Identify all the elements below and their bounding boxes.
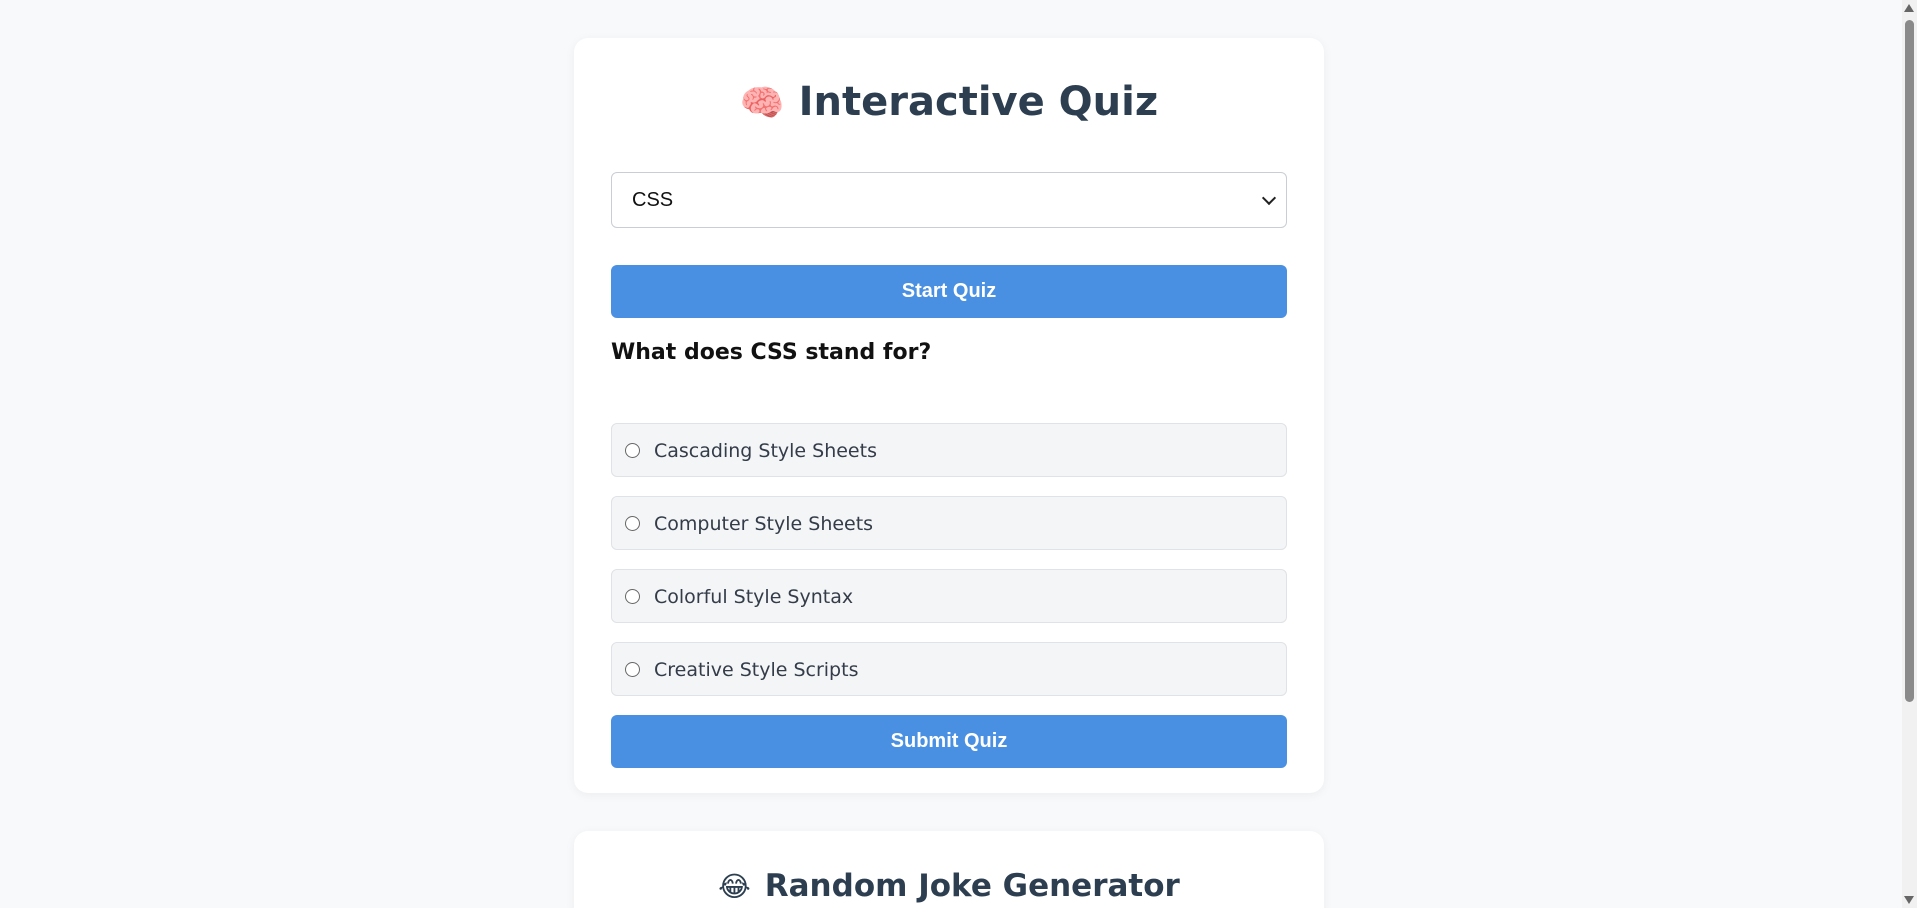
radio-button[interactable] (625, 662, 640, 677)
answer-option[interactable]: Colorful Style Syntax (611, 569, 1287, 623)
submit-quiz-button[interactable]: Submit Quiz (611, 715, 1287, 768)
joke-title: 😂 Random Joke Generator (574, 869, 1324, 903)
laughing-face-icon: 😂 (718, 870, 751, 903)
start-quiz-button[interactable]: Start Quiz (611, 265, 1287, 318)
answer-option-label: Creative Style Scripts (654, 659, 859, 681)
radio-button[interactable] (625, 589, 640, 604)
scroll-up-arrow-icon[interactable] (1904, 4, 1914, 12)
brain-icon: 🧠 (739, 83, 785, 124)
answer-option[interactable]: Computer Style Sheets (611, 496, 1287, 550)
scrollbar-thumb[interactable] (1905, 20, 1914, 702)
answer-option-label: Colorful Style Syntax (654, 586, 854, 608)
category-select-value: CSS (632, 189, 674, 211)
quiz-card: 🧠 Interactive Quiz CSS Start Quiz What do… (574, 38, 1324, 793)
category-select[interactable]: CSS (611, 172, 1287, 228)
answer-option-label: Computer Style Sheets (654, 513, 874, 535)
question-text: What does CSS stand for? (611, 340, 932, 365)
chevron-down-icon (1261, 190, 1277, 206)
answer-option[interactable]: Cascading Style Sheets (611, 423, 1287, 477)
answer-option[interactable]: Creative Style Scripts (611, 642, 1287, 696)
joke-card: 😂 Random Joke Generator (574, 831, 1324, 908)
quiz-title: 🧠 Interactive Quiz (574, 80, 1324, 124)
radio-button[interactable] (625, 516, 640, 531)
answer-option-label: Cascading Style Sheets (654, 440, 877, 462)
page: 🧠 Interactive Quiz CSS Start Quiz What do… (0, 0, 1917, 908)
quiz-title-text: Interactive Quiz (798, 79, 1159, 125)
radio-button[interactable] (625, 443, 640, 458)
scrollbar[interactable] (1902, 0, 1917, 908)
joke-title-text: Random Joke Generator (764, 868, 1180, 904)
scroll-down-arrow-icon[interactable] (1904, 896, 1914, 904)
